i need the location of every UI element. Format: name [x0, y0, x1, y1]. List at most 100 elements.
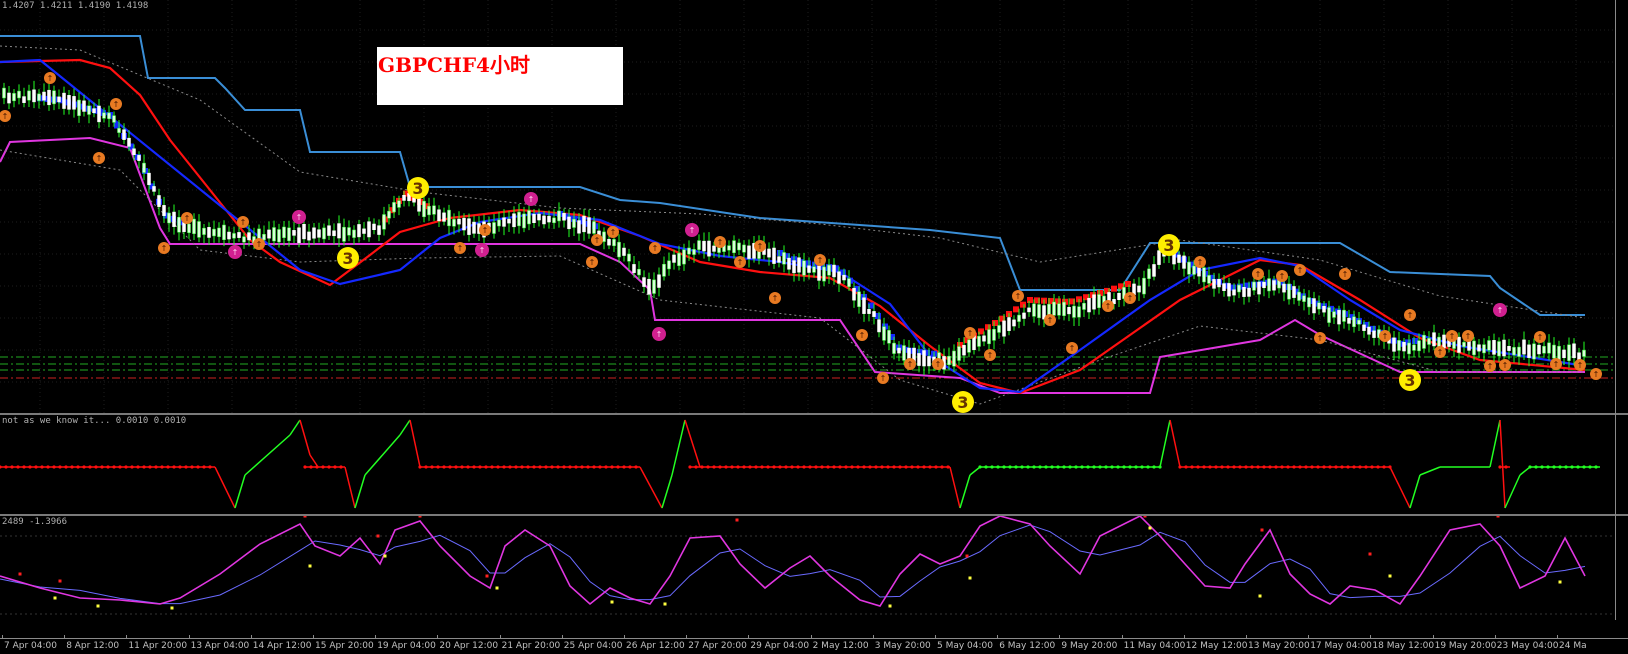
signal-dot: [154, 465, 158, 469]
signal-dot: [1032, 465, 1036, 469]
stoch-cross-dot-yellow: [53, 596, 57, 600]
candle-body: [677, 252, 681, 266]
fractal-glyph: ↑: [1047, 316, 1054, 325]
signal-dot: [580, 465, 584, 469]
candle-body: [882, 326, 886, 341]
fractal-glyph: ↑: [1069, 344, 1076, 353]
fractal-glyph: ↑: [482, 226, 489, 235]
signal-dot: [754, 465, 758, 469]
time-axis-tick: [499, 635, 501, 639]
indicator-pane[interactable]: not as we know it... 0.0010 0.0010: [0, 415, 1628, 514]
candle-body: [987, 329, 991, 345]
indicator-canvas[interactable]: [0, 415, 1616, 514]
stochastic-canvas[interactable]: [0, 516, 1616, 638]
price-chart-canvas[interactable]: ↑ ↑ ↑ ↑ ↑ ↑ ↑ ↑ ↑ ↑ ↑ ↑ ↑ ↑ ↑ ↑ ↑ ↑ ↑ ↑ ↑ ↑ ↑ ↑ ↑ ↑ ↑ ↑ ↑ ↑ ↑ ↑ ↑ ↑ ↑ ↑ ↑ ↑ ↑ ↑…: [0, 0, 1616, 413]
signal-dot: [562, 465, 566, 469]
candle-body: [952, 350, 956, 367]
candle-body: [1137, 285, 1141, 293]
candle-body: [1157, 250, 1161, 265]
candle-body: [847, 278, 851, 287]
time-axis-label: 13 May 20:00: [1248, 641, 1310, 651]
time-axis-tick: [1246, 635, 1247, 639]
candle-body: [1327, 307, 1331, 323]
main-chart-pane[interactable]: ↑ ↑ ↑ ↑ ↑ ↑ ↑ ↑ ↑ ↑ ↑ ↑ ↑ ↑ ↑ ↑ ↑ ↑ ↑ ↑ ↑ ↑ ↑ ↑ ↑ ↑ ↑ ↑ ↑ ↑ ↑ ↑ ↑ ↑ ↑ ↑ ↑ ↑ ↑ ↑…: [0, 0, 1628, 413]
time-axis-label: 14 Apr 12:00: [252, 641, 312, 651]
signal-spike: [214, 466, 236, 509]
candle-body: [1262, 281, 1266, 289]
candle-body: [657, 274, 661, 288]
wave-count-label: 3: [342, 249, 353, 268]
candle-body: [1197, 266, 1201, 277]
candle-body: [1267, 278, 1271, 292]
candle-body: [452, 219, 456, 227]
candle-body: [52, 90, 56, 105]
stochastic-pane[interactable]: 2489 -1.3966: [0, 516, 1628, 638]
candle-body: [557, 210, 561, 222]
candle-body: [197, 221, 201, 238]
candle-body: [1477, 344, 1481, 352]
signal-dot: [1250, 465, 1254, 469]
fractal-glyph: ↑: [1255, 270, 1262, 279]
signal-dot: [58, 465, 62, 469]
signal-dot: [196, 465, 200, 469]
stoch-cross-dot-yellow: [1388, 574, 1392, 578]
candle-body: [1542, 346, 1546, 354]
candle-body: [1282, 283, 1286, 293]
candle-body: [1182, 255, 1186, 269]
time-axis-tick: [872, 635, 874, 639]
candle-body: [1317, 302, 1321, 310]
signal-dot: [166, 465, 170, 469]
signal-dot: [1594, 465, 1598, 469]
candle-body: [867, 309, 871, 314]
candle-body: [1147, 268, 1151, 279]
signal-dot: [1184, 465, 1188, 469]
signal-dot: [478, 465, 482, 469]
candle-body: [1442, 334, 1446, 349]
signal-dot: [1504, 465, 1508, 469]
signal-dot: [1134, 465, 1138, 469]
trend-step-marker: [1111, 285, 1117, 292]
fractal-glyph: ↑: [1497, 306, 1504, 315]
signal-dot: [598, 465, 602, 469]
fractal-glyph: ↑: [1342, 270, 1349, 279]
candle-body: [1087, 297, 1091, 313]
time-axis-label: 13 Apr 04:00: [190, 641, 250, 651]
trend-step-marker: [1013, 306, 1019, 313]
time-axis[interactable]: 7 Apr 04:00 8 Apr 12:00 11 Apr 20:00 13 Apr…: [0, 635, 1628, 654]
candle-body: [502, 217, 506, 227]
trend-step-marker: [1412, 338, 1418, 344]
fractal-glyph: ↑: [240, 218, 247, 227]
candle-body: [732, 240, 736, 253]
candle-body: [172, 211, 176, 227]
signal-spike: [234, 474, 246, 509]
signal-spike: [959, 474, 971, 509]
stoch-cross-dot-red: [1143, 516, 1147, 518]
time-axis-label: 17 May 04:00: [1310, 641, 1372, 651]
time-axis-tick: [1370, 635, 1372, 639]
candle-body: [1037, 304, 1041, 319]
candle-body: [472, 221, 476, 234]
candle-body: [822, 266, 826, 282]
fractal-glyph: ↑: [757, 242, 764, 251]
signal-dot: [52, 465, 56, 469]
candle-body: [1302, 295, 1306, 302]
stoch-cross-dot-red: [18, 572, 22, 576]
candle-body: [72, 96, 76, 110]
signal-dot: [172, 465, 176, 469]
signal-dot: [990, 465, 994, 469]
signal-dot: [1044, 465, 1048, 469]
signal-dot: [142, 465, 146, 469]
signal-dot: [184, 465, 188, 469]
candle-body: [1297, 291, 1301, 301]
candle-body: [827, 264, 831, 276]
candle-body: [267, 229, 271, 239]
candle-body: [307, 231, 311, 241]
candle-body: [1402, 342, 1406, 352]
signal-dot: [520, 465, 524, 469]
candle-body: [1257, 281, 1261, 295]
signal-dot: [1056, 465, 1060, 469]
price-axis[interactable]: [1615, 0, 1628, 620]
signal-dot: [984, 465, 988, 469]
signal-dot: [802, 465, 806, 469]
time-axis-tick: [1432, 635, 1434, 639]
